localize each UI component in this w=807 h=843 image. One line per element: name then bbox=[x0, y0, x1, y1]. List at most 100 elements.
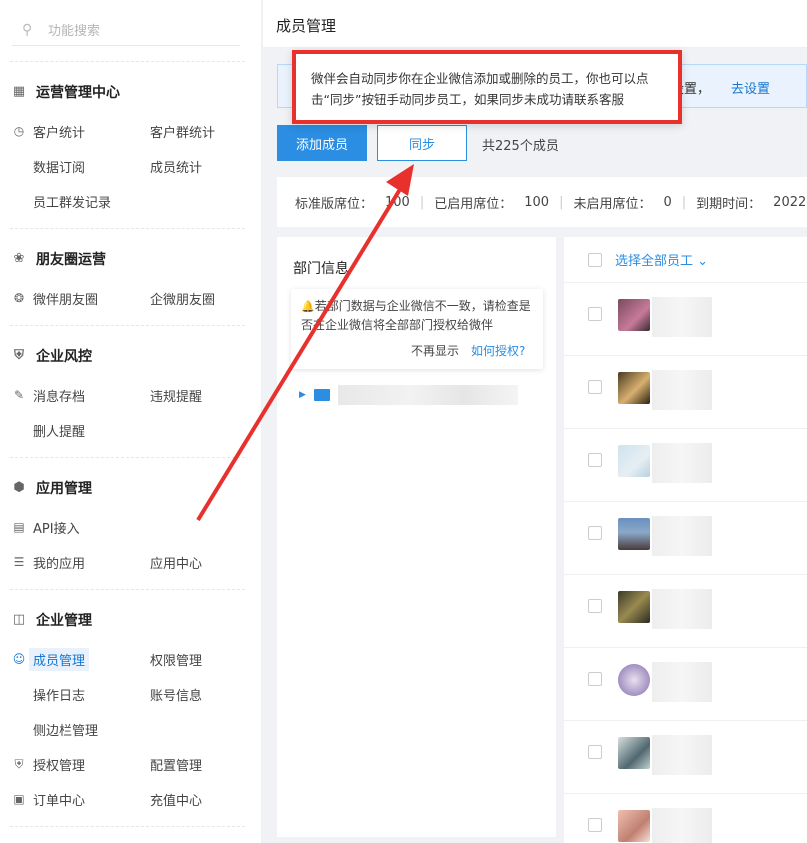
department-tree-node[interactable]: ▶ bbox=[299, 385, 518, 405]
blurred-name bbox=[652, 370, 712, 410]
sidebar-item-corp-moments[interactable]: 企微朋友圈 bbox=[150, 287, 215, 309]
standard-seat-label: 标准版席位： bbox=[295, 196, 374, 212]
shield-icon: ⛨ bbox=[14, 348, 24, 363]
avatar bbox=[618, 737, 650, 769]
blurred-name bbox=[652, 443, 712, 483]
table-row[interactable] bbox=[564, 721, 807, 794]
table-row[interactable] bbox=[564, 283, 807, 356]
sidebar-item-account-info[interactable]: 账号信息 bbox=[150, 683, 202, 705]
unused-seat-label: 未启用席位： bbox=[573, 196, 652, 212]
row-checkbox[interactable] bbox=[588, 599, 602, 613]
avatar bbox=[618, 299, 650, 331]
window-icon: ▤ bbox=[13, 520, 25, 534]
divider bbox=[10, 589, 245, 590]
table-row[interactable] bbox=[564, 648, 807, 721]
group-apps[interactable]: ⬢ 应用管理 bbox=[12, 478, 92, 498]
card-icon: ▣ bbox=[13, 792, 25, 806]
sidebar-item-msg-archive[interactable]: ✎ 消息存档 bbox=[12, 384, 85, 406]
sidebar-item-op-log[interactable]: 操作日志 bbox=[33, 683, 85, 705]
sidebar-item-group-stats[interactable]: 客户群统计 bbox=[150, 120, 215, 142]
divider bbox=[10, 325, 245, 326]
sidebar-item-app-center[interactable]: 应用中心 bbox=[150, 551, 202, 573]
separator: | bbox=[559, 194, 564, 210]
sync-button[interactable]: 同步 bbox=[377, 125, 467, 161]
table-row[interactable] bbox=[564, 794, 807, 843]
tip-text: 若部门数据与企业微信不一致，请检查是否在企业微信将全部部门授权给微伴 bbox=[301, 299, 531, 332]
avatar bbox=[618, 372, 650, 404]
sidebar-item-sidebar-mgmt[interactable]: 侧边栏管理 bbox=[33, 718, 98, 740]
department-title: 部门信息 bbox=[293, 261, 349, 277]
page-title: 成员管理 bbox=[276, 17, 337, 35]
group-ops-center[interactable]: ▦ 运营管理中心 bbox=[12, 82, 120, 102]
add-member-button[interactable]: 添加成员 bbox=[277, 125, 367, 161]
sidebar-item-member-stats[interactable]: 成员统计 bbox=[150, 155, 202, 177]
sidebar-item-member-mgmt[interactable]: ☺ 成员管理 bbox=[12, 647, 90, 671]
row-checkbox[interactable] bbox=[588, 453, 602, 467]
blurred-name bbox=[652, 808, 712, 843]
standard-seat-value: 100 bbox=[385, 194, 410, 210]
dismiss-link[interactable]: 不再显示 bbox=[411, 342, 459, 359]
search-box[interactable]: ⚲ 功能搜索 bbox=[12, 14, 240, 46]
row-checkbox[interactable] bbox=[588, 745, 602, 759]
sidebar-item-delete-alert[interactable]: 删人提醒 bbox=[33, 419, 85, 441]
member-list-header: 选择全部员工 ⌄ bbox=[564, 237, 807, 283]
main-content: 成员管理 置设置， 去设置 添加成员 同步 共225个成员 标准版席位： 100… bbox=[263, 0, 807, 843]
sync-tooltip-highlight: 微伴会自动同步你在企业微信添加或删除的员工，你也可以点击“同步”按钮手动同步员工… bbox=[292, 50, 682, 124]
notice-link[interactable]: 去设置 bbox=[731, 78, 770, 97]
sidebar-item-config-mgmt[interactable]: 配置管理 bbox=[150, 753, 202, 775]
group-moments[interactable]: ❀ 朋友圈运营 bbox=[12, 249, 106, 269]
aperture-icon: ❂ bbox=[13, 291, 25, 305]
clock-icon: ◷ bbox=[13, 124, 25, 138]
select-all-checkbox[interactable] bbox=[588, 253, 602, 267]
header: 成员管理 bbox=[263, 0, 807, 48]
avatar bbox=[618, 518, 650, 550]
table-row[interactable] bbox=[564, 356, 807, 429]
user-icon: ☺ bbox=[12, 652, 26, 666]
search-input[interactable]: 功能搜索 bbox=[48, 20, 100, 39]
group-risk[interactable]: ⛨ 企业风控 bbox=[12, 346, 92, 366]
table-row[interactable] bbox=[564, 429, 807, 502]
row-checkbox[interactable] bbox=[588, 818, 602, 832]
aperture-icon: ❀ bbox=[13, 251, 25, 266]
blurred-department-name bbox=[337, 385, 518, 405]
caret-right-icon[interactable]: ▶ bbox=[299, 390, 306, 400]
select-all-dropdown[interactable]: 选择全部员工 ⌄ bbox=[615, 250, 708, 269]
sidebar-item-api[interactable]: ▤ API接入 bbox=[12, 516, 79, 538]
divider bbox=[10, 826, 245, 827]
sidebar-item-my-apps[interactable]: ☰ 我的应用 bbox=[12, 551, 85, 573]
table-row[interactable] bbox=[564, 502, 807, 575]
department-panel: 部门信息 🔔若部门数据与企业微信不一致，请检查是否在企业微信将全部部门授权给微伴… bbox=[277, 237, 556, 837]
row-checkbox[interactable] bbox=[588, 380, 602, 394]
blurred-name bbox=[652, 662, 712, 702]
sidebar-item-perm-mgmt[interactable]: 权限管理 bbox=[150, 648, 202, 670]
group-corp[interactable]: ◫ 企业管理 bbox=[12, 610, 92, 630]
chevron-down-icon: ⌄ bbox=[697, 254, 709, 269]
sidebar-item-customer-stats[interactable]: ◷ 客户统计 bbox=[12, 120, 85, 142]
blurred-name bbox=[652, 297, 712, 337]
sidebar-item-order-center[interactable]: ▣ 订单中心 bbox=[12, 788, 85, 810]
row-checkbox[interactable] bbox=[588, 672, 602, 686]
bell-icon: 🔔 bbox=[301, 300, 315, 313]
blurred-name bbox=[652, 589, 712, 629]
sidebar-item-auth-mgmt[interactable]: ⛨ 授权管理 bbox=[12, 753, 85, 775]
avatar bbox=[618, 591, 650, 623]
enabled-seat-value: 100 bbox=[524, 194, 550, 210]
unused-seat-value: 0 bbox=[663, 194, 672, 210]
shield-check-icon: ⛨ bbox=[14, 757, 24, 771]
expire-label: 到期时间： bbox=[696, 196, 762, 212]
separator: | bbox=[419, 194, 425, 210]
building-icon: ◫ bbox=[12, 612, 26, 627]
blurred-name bbox=[652, 735, 712, 775]
row-checkbox[interactable] bbox=[588, 526, 602, 540]
how-authorize-link[interactable]: 如何授权? bbox=[471, 342, 525, 359]
cube-icon: ⬢ bbox=[13, 480, 25, 495]
sidebar-item-wx-moments[interactable]: ❂ 微伴朋友圈 bbox=[12, 287, 98, 309]
sidebar-item-violation[interactable]: 违规提醒 bbox=[150, 384, 202, 406]
enabled-seat-label: 已启用席位： bbox=[434, 196, 513, 212]
sidebar-item-recharge-center[interactable]: 充值中心 bbox=[150, 788, 202, 810]
sidebar-item-data-sub[interactable]: 数据订阅 bbox=[33, 155, 85, 177]
table-row[interactable] bbox=[564, 575, 807, 648]
row-checkbox[interactable] bbox=[588, 307, 602, 321]
sidebar-item-staff-broadcast[interactable]: 员工群发记录 bbox=[33, 190, 111, 212]
seat-info-bar: 标准版席位： 100 | 已启用席位： 100 | 未启用席位： 0 | 到期时… bbox=[277, 177, 807, 227]
